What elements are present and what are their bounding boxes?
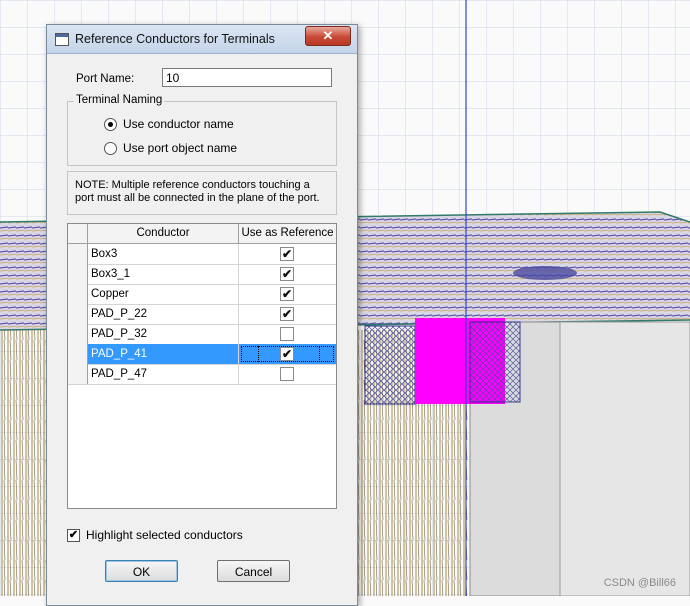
- pad-right-mesh: [469, 321, 521, 403]
- conductor-name: PAD_P_47: [88, 364, 239, 384]
- highlight-selected-conductors[interactable]: ✔ Highlight selected conductors: [67, 527, 243, 543]
- highlight-checkbox[interactable]: ✔: [67, 528, 80, 542]
- table-row[interactable]: PAD_P_22 ✔: [68, 304, 336, 325]
- row-header[interactable]: [68, 284, 88, 304]
- via-pad: [513, 266, 577, 280]
- header-corner: [68, 224, 88, 243]
- ok-button[interactable]: OK: [105, 560, 178, 582]
- row-header[interactable]: [68, 324, 88, 344]
- conductor-table[interactable]: Conductor Use as Reference Box3 ✔ Box3_1…: [67, 223, 337, 509]
- row-header[interactable]: [68, 364, 88, 384]
- cancel-button[interactable]: Cancel: [217, 560, 290, 582]
- reference-cell[interactable]: ✔: [239, 344, 336, 364]
- reference-cell[interactable]: ✔: [239, 264, 336, 284]
- radio-label: Use conductor name: [123, 117, 234, 131]
- ground-block-inner: [559, 321, 690, 596]
- table-row-selected[interactable]: PAD_P_41 ✔: [68, 344, 336, 365]
- table-row[interactable]: Copper ✔: [68, 284, 336, 305]
- conductor-name: PAD_P_41: [88, 344, 239, 364]
- radio-use-port-object-name[interactable]: Use port object name: [104, 140, 237, 156]
- highlight-label: Highlight selected conductors: [86, 528, 243, 542]
- row-header[interactable]: [68, 304, 88, 324]
- table-row[interactable]: Box3 ✔: [68, 244, 336, 265]
- reference-conductors-dialog: Reference Conductors for Terminals ✕ Por…: [46, 24, 358, 606]
- pad-left-mesh: [364, 325, 416, 405]
- row-header[interactable]: [68, 264, 88, 284]
- row-header[interactable]: [68, 244, 88, 264]
- reference-cell[interactable]: ✔: [239, 244, 336, 264]
- table-row[interactable]: Box3_1 ✔: [68, 264, 336, 285]
- conductor-name: Copper: [88, 284, 239, 304]
- table-header: Conductor Use as Reference: [68, 224, 336, 244]
- radio-button[interactable]: [104, 141, 117, 155]
- column-header-use-as-reference[interactable]: Use as Reference: [239, 224, 336, 243]
- conductor-name: PAD_P_22: [88, 304, 239, 324]
- reference-checkbox[interactable]: ✔: [280, 307, 294, 321]
- reference-checkbox[interactable]: ✔: [280, 247, 294, 261]
- radio-label: Use port object name: [123, 141, 238, 155]
- reference-cell[interactable]: ✔: [239, 284, 336, 304]
- radio-button-selected[interactable]: [104, 117, 117, 131]
- reference-checkbox[interactable]: ✔: [280, 267, 294, 281]
- reference-checkbox[interactable]: [280, 367, 294, 381]
- row-header[interactable]: [68, 344, 88, 364]
- reference-checkbox[interactable]: ✔: [280, 347, 294, 361]
- reference-cell[interactable]: [239, 364, 336, 384]
- reference-cell[interactable]: ✔: [239, 304, 336, 324]
- conductor-name: PAD_P_32: [88, 324, 239, 344]
- dialog-title: Reference Conductors for Terminals: [75, 32, 275, 46]
- table-row[interactable]: PAD_P_47: [68, 364, 336, 385]
- note-text: NOTE: Multiple reference conductors touc…: [75, 179, 320, 204]
- port-name-label: Port Name:: [76, 73, 135, 85]
- watermark: CSDN @Bill66: [603, 577, 676, 589]
- terminal-naming-label: Terminal Naming: [74, 94, 165, 106]
- window-icon: [55, 33, 69, 46]
- table-row[interactable]: PAD_P_32: [68, 324, 336, 345]
- reference-checkbox[interactable]: [280, 327, 294, 341]
- conductor-name: Box3: [88, 244, 239, 264]
- terminal-naming-group: Terminal Naming Use conductor name Use p…: [67, 94, 337, 166]
- title-bar[interactable]: Reference Conductors for Terminals ✕: [47, 25, 357, 54]
- close-icon: ✕: [322, 28, 334, 43]
- radio-use-conductor-name[interactable]: Use conductor name: [104, 116, 234, 132]
- note-box: NOTE: Multiple reference conductors touc…: [67, 171, 337, 215]
- reference-cell[interactable]: [239, 324, 336, 344]
- close-button[interactable]: ✕: [305, 26, 351, 46]
- port-name-input[interactable]: 10: [162, 68, 332, 87]
- column-header-conductor[interactable]: Conductor: [88, 224, 239, 243]
- conductor-name: Box3_1: [88, 264, 239, 284]
- reference-checkbox[interactable]: ✔: [280, 287, 294, 301]
